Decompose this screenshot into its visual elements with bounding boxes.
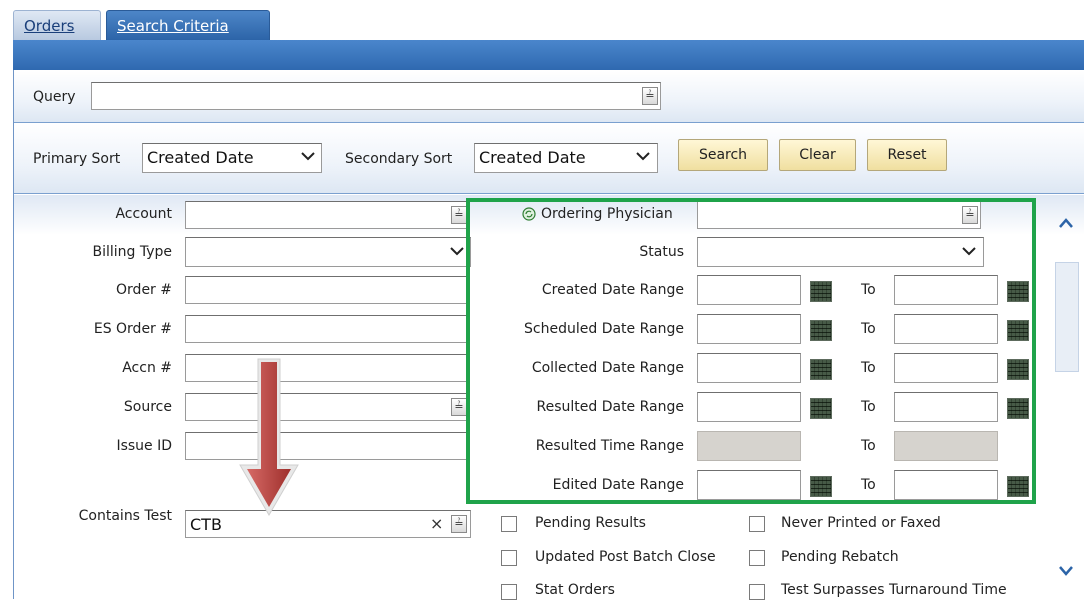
clear-button[interactable]: Clear bbox=[779, 139, 856, 171]
primary-sort-select[interactable]: Created Date bbox=[142, 143, 322, 173]
updated-post-batch-label: Updated Post Batch Close bbox=[535, 549, 716, 565]
secondary-sort-select[interactable]: Created Date bbox=[474, 143, 658, 173]
source-label: Source bbox=[123, 399, 172, 415]
account-combo-icon[interactable]: ≟ bbox=[451, 206, 467, 224]
reset-button[interactable]: Reset bbox=[867, 139, 947, 171]
secondary-sort-value: Created Date bbox=[479, 148, 586, 167]
account-label: Account bbox=[115, 206, 172, 222]
tab-bar: Orders Search Criteria bbox=[0, 0, 1084, 40]
order-num-label: Order # bbox=[116, 282, 172, 298]
accn-num-input[interactable] bbox=[185, 354, 467, 382]
source-combo-icon[interactable]: ≟ bbox=[451, 398, 467, 416]
billing-type-select[interactable] bbox=[185, 237, 471, 267]
primary-sort-value: Created Date bbox=[147, 148, 254, 167]
query-combo-icon[interactable]: ≟ bbox=[642, 87, 658, 105]
es-order-num-input[interactable] bbox=[185, 315, 467, 343]
clear-icon[interactable]: × bbox=[430, 514, 443, 533]
test-surpasses-checkbox[interactable] bbox=[749, 584, 765, 600]
account-input[interactable] bbox=[185, 201, 467, 229]
stat-orders-checkbox[interactable] bbox=[501, 584, 517, 600]
query-label: Query bbox=[33, 89, 76, 105]
test-surpasses-label: Test Surpasses Turnaround Time bbox=[781, 582, 1007, 598]
contains-test-label: Contains Test bbox=[78, 508, 172, 524]
stat-orders-label: Stat Orders bbox=[535, 582, 615, 598]
issue-id-label: Issue ID bbox=[116, 438, 172, 454]
tab-orders[interactable]: Orders bbox=[13, 10, 101, 40]
scroll-down-icon[interactable] bbox=[1058, 565, 1074, 577]
secondary-sort-label: Secondary Sort bbox=[345, 151, 453, 167]
pending-rebatch-label: Pending Rebatch bbox=[781, 549, 899, 565]
pending-results-label: Pending Results bbox=[535, 515, 646, 531]
scroll-up-icon[interactable] bbox=[1058, 217, 1074, 229]
primary-sort-label: Primary Sort bbox=[33, 151, 121, 167]
chevron-down-icon bbox=[301, 152, 315, 161]
search-button[interactable]: Search bbox=[678, 139, 768, 171]
highlight-box bbox=[466, 198, 1036, 504]
accn-num-label: Accn # bbox=[122, 360, 172, 376]
issue-id-input[interactable] bbox=[185, 432, 467, 460]
header-band bbox=[13, 40, 1084, 70]
es-order-num-label: ES Order # bbox=[93, 321, 172, 337]
billing-type-label: Billing Type bbox=[92, 244, 172, 260]
pending-results-checkbox[interactable] bbox=[501, 516, 517, 532]
contains-test-input[interactable]: CTB bbox=[185, 510, 471, 538]
never-printed-label: Never Printed or Faxed bbox=[781, 515, 941, 531]
pending-rebatch-checkbox[interactable] bbox=[749, 550, 765, 566]
tab-search-criteria[interactable]: Search Criteria bbox=[106, 10, 270, 40]
chevron-down-icon bbox=[636, 152, 650, 161]
order-num-input[interactable] bbox=[185, 276, 467, 304]
chevron-down-icon bbox=[450, 247, 464, 256]
contains-test-value: CTB bbox=[190, 515, 222, 534]
scrollbar-track[interactable] bbox=[1055, 262, 1079, 372]
updated-post-batch-checkbox[interactable] bbox=[501, 550, 517, 566]
contains-test-combo-icon[interactable]: ≟ bbox=[451, 515, 467, 533]
query-input[interactable] bbox=[91, 82, 661, 110]
source-input[interactable] bbox=[185, 393, 467, 421]
never-printed-checkbox[interactable] bbox=[749, 516, 765, 532]
down-arrow-icon bbox=[239, 358, 299, 516]
